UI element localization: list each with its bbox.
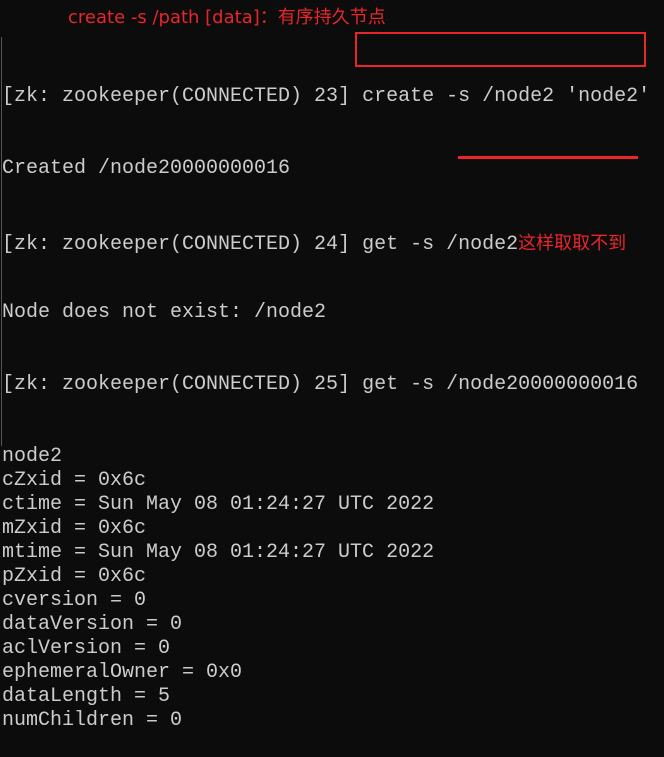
- annotation-box: [355, 32, 646, 67]
- stat-line: ctime = Sun May 08 01:24:27 UTC 2022: [2, 493, 435, 516]
- terminal-line: [zk: zookeeper(CONNECTED) 23] create -s …: [2, 85, 650, 109]
- terminal-line: [zk: zookeeper(CONNECTED) 24] get -s /no…: [2, 229, 650, 256]
- command: get -s /: [362, 373, 459, 396]
- terminal-line: [zk: zookeeper(CONNECTED) 25] get -s /no…: [2, 373, 650, 397]
- prompt: [zk: zookeeper(CONNECTED) 25]: [2, 373, 363, 396]
- annotation-underline: [458, 156, 638, 159]
- stat-line: pZxid = 0x6c: [2, 565, 147, 588]
- stat-line: cversion = 0: [2, 589, 147, 612]
- stat-line: aclVersion = 0: [2, 637, 171, 660]
- stat-line: cZxid = 0x6c: [2, 469, 147, 492]
- terminal-line: Created /node20000000016: [2, 157, 291, 180]
- command: get -s /node2: [362, 233, 519, 256]
- command-node: node20000000016: [458, 373, 639, 396]
- stat-line: numChildren = 0: [2, 709, 183, 732]
- prompt: [zk: zookeeper(CONNECTED) 24]: [2, 233, 363, 256]
- stat-line: mZxid = 0x6c: [2, 517, 147, 540]
- terminal-output[interactable]: [zk: zookeeper(CONNECTED) 23] create -s …: [2, 37, 650, 757]
- terminal-line: Node does not exist: /node2: [2, 301, 327, 324]
- prompt: [zk: zookeeper(CONNECTED) 23]: [2, 85, 363, 108]
- command: create -s /node2 'node2': [362, 85, 651, 108]
- stat-line: node2: [2, 445, 63, 468]
- node-stats: node2 cZxid = 0x6c ctime = Sun May 08 01:2…: [2, 445, 650, 733]
- stat-line: dataVersion = 0: [2, 613, 183, 636]
- stat-line: ephemeralOwner = 0x0: [2, 661, 243, 684]
- annotation-note: 这样取取不到: [518, 233, 627, 254]
- stat-line: dataLength = 5: [2, 685, 171, 708]
- stat-line: mtime = Sun May 08 01:24:27 UTC 2022: [2, 541, 435, 564]
- annotation-caption: create -s /path [data]：有序持久节点: [68, 7, 386, 28]
